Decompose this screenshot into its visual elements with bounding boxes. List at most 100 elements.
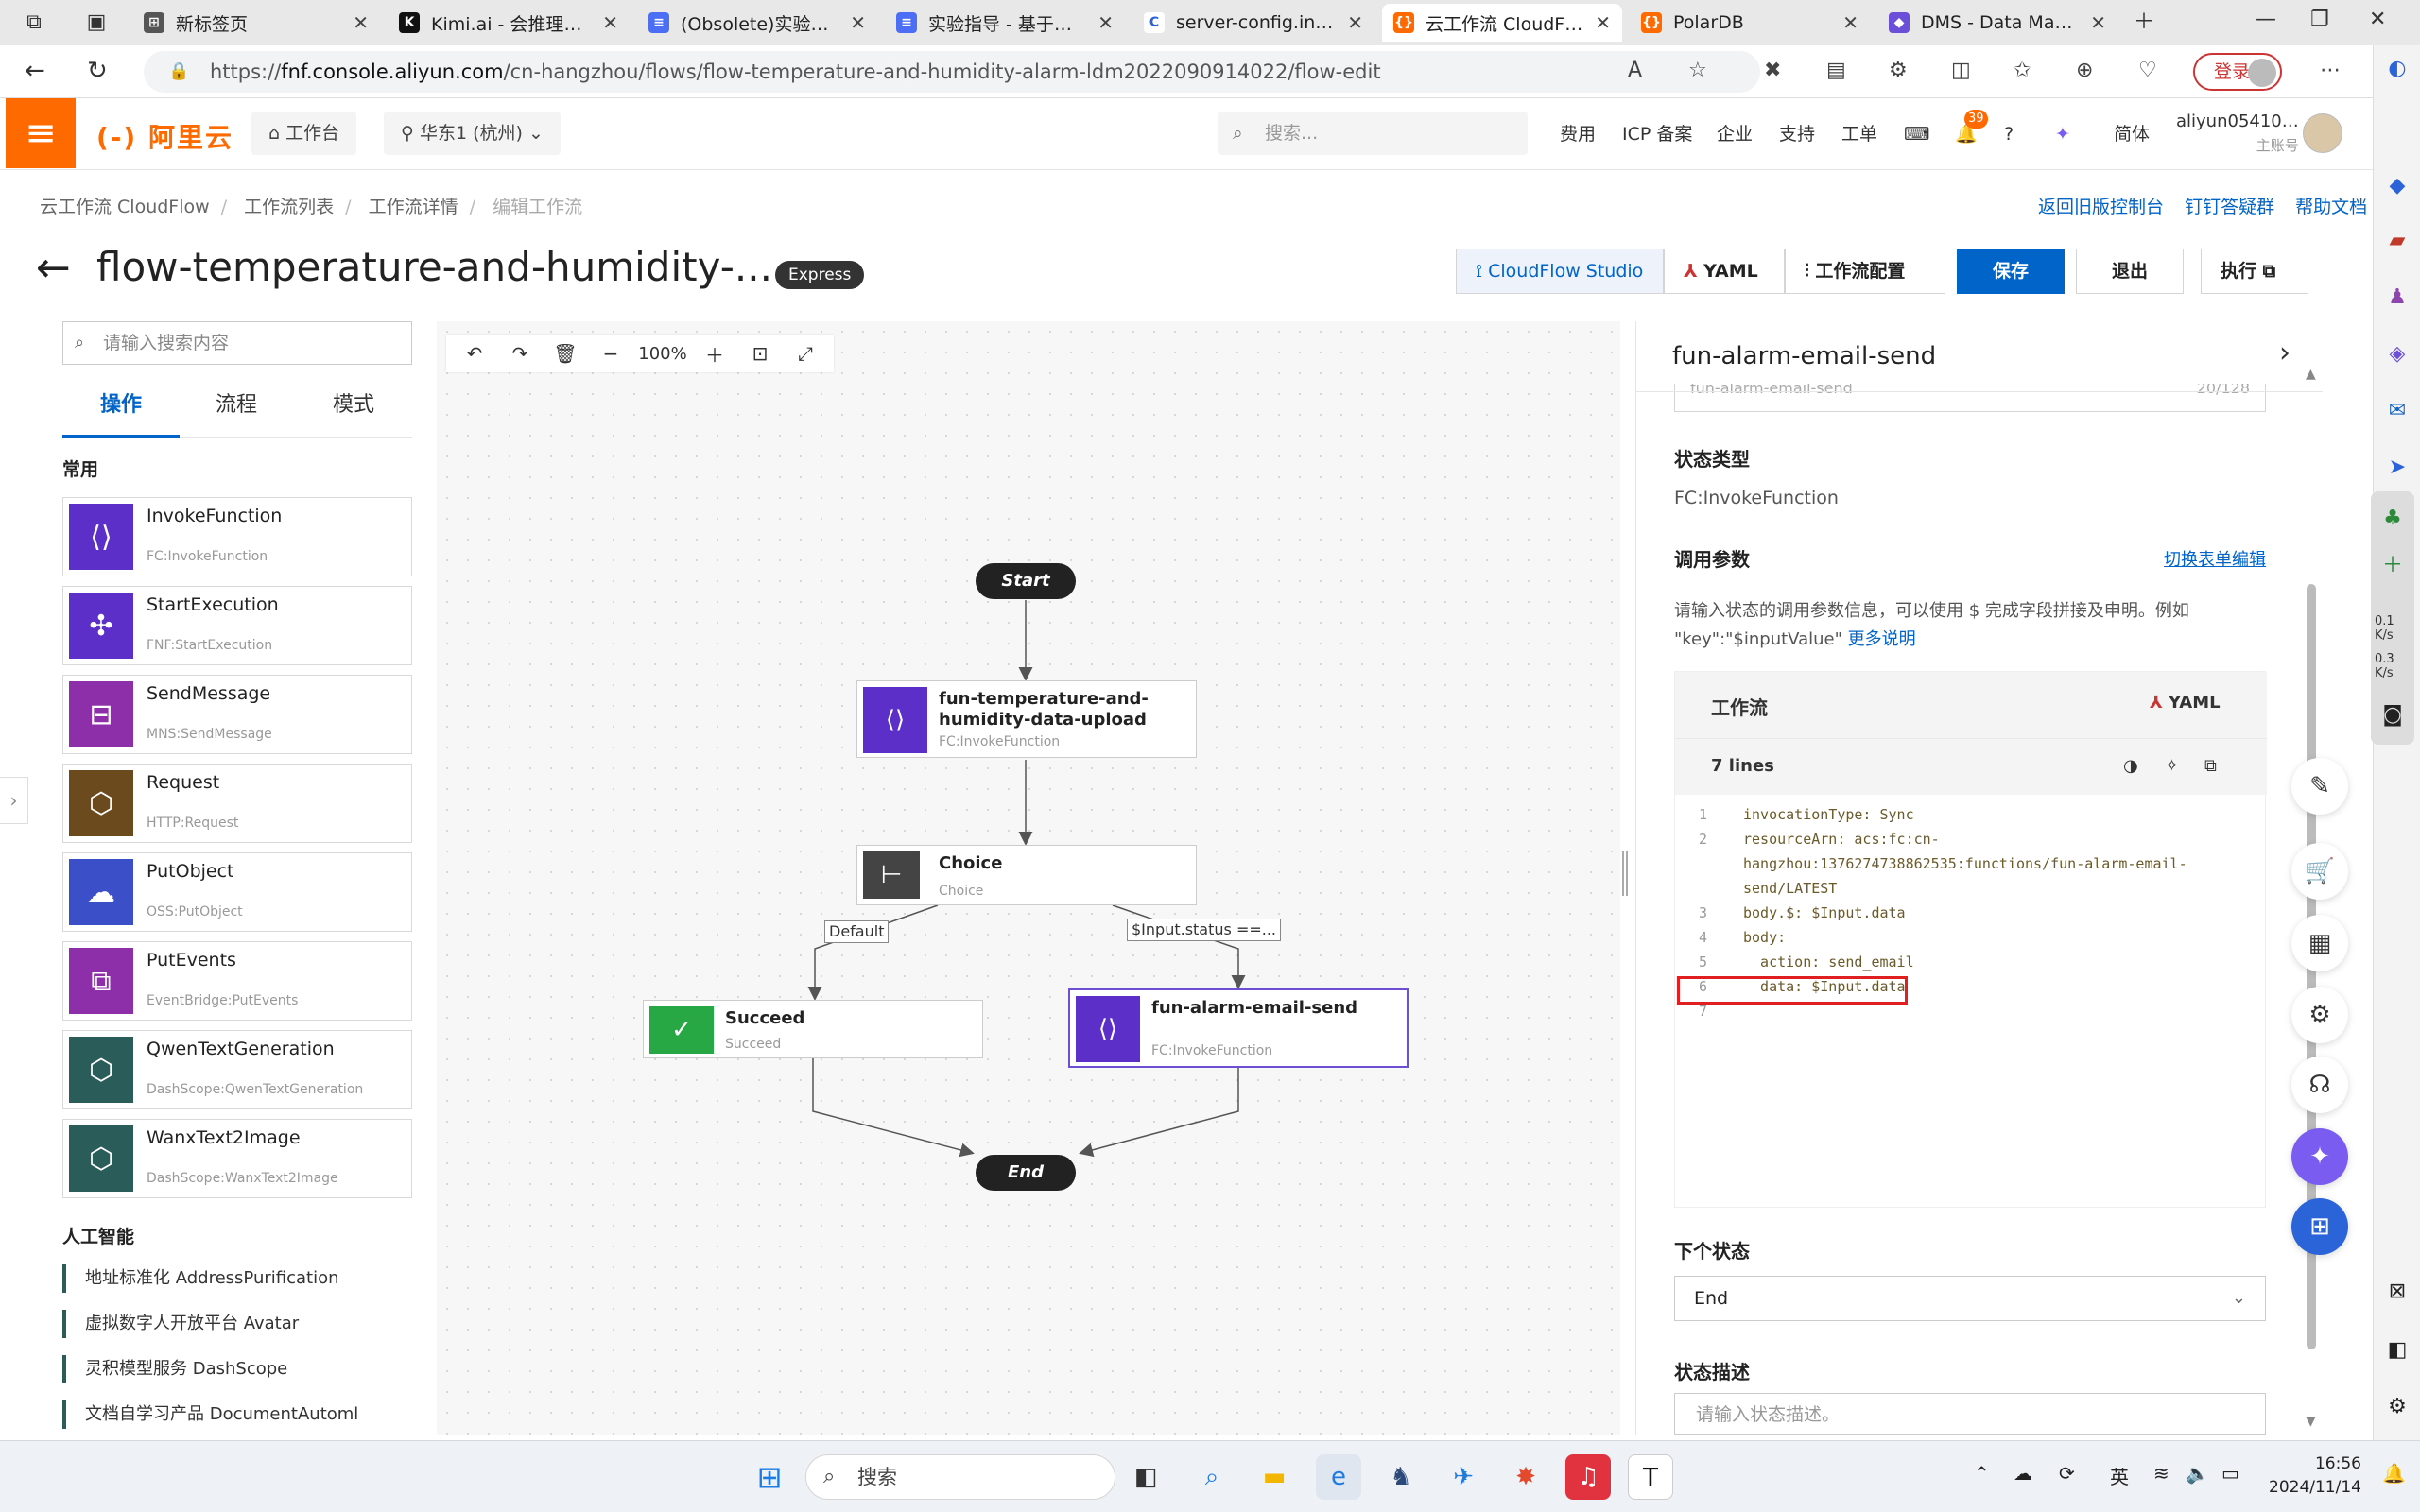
browser-tab[interactable]: {} 云工作流 CloudFlow ✕ [1382,4,1622,42]
terminal-icon[interactable]: ⌨ [1904,98,1929,170]
language-switch[interactable]: 简体 [2114,98,2150,170]
collections-add-icon[interactable]: ⊕ [2076,59,2093,82]
state-desc-input[interactable]: 请输入状态描述。 [1674,1393,2266,1435]
assistant-icon[interactable]: ✦ [2055,98,2070,170]
breadcrumb-cloudflow[interactable]: 云工作流 CloudFlow [40,197,210,217]
console-search-input[interactable]: ⌕ 搜索... [1218,112,1528,155]
component-card[interactable]: ☁ PutObject OSS:PutObject [62,852,412,932]
tab-close-icon[interactable]: ✕ [1595,11,1611,34]
delete-icon[interactable]: 🗑 [543,342,588,365]
refresh-icon[interactable]: ↻ [87,57,108,85]
expand-panel-icon[interactable]: › [0,777,28,824]
panel-resize-handle[interactable] [1622,850,1628,896]
browser-tab[interactable]: ≡ 实验指导 - 基于阿里… ✕ [885,4,1125,42]
menu-icon[interactable]: ≡ [6,98,76,168]
collections-icon[interactable]: ▤ [1826,59,1846,82]
collapse-panel-icon[interactable]: › [2279,336,2290,369]
tab-operations[interactable]: 操作 [100,387,142,418]
cart-icon[interactable]: 🛒 [2291,843,2348,900]
zoom-out-icon[interactable]: − [588,342,633,365]
favorites-icon[interactable]: ✩ [2014,59,2031,82]
component-card[interactable]: ⬡ QwenTextGeneration DashScope:QwenTextGen… [62,1030,412,1109]
ime-indicator[interactable]: 英 [2110,1462,2129,1489]
zoom-in-icon[interactable]: ＋ [692,340,737,368]
link-old-console[interactable]: 返回旧版控制台 [2038,197,2164,217]
edge-label-default[interactable]: Default [824,920,890,943]
app-fox-icon[interactable]: ✸ [1503,1454,1548,1500]
outlook-icon[interactable]: ✉ [2383,397,2411,425]
taskbar-search[interactable]: ⌕ 搜索 [805,1454,1115,1500]
flow-config-button[interactable]: ⫶ 工作流配置 [1785,249,1945,294]
tab-close-icon[interactable]: ✕ [602,11,618,34]
split-screen-icon[interactable]: ◫ [1951,59,1971,82]
next-state-select[interactable]: End ⌄ [1674,1276,2266,1321]
back-arrow-icon[interactable]: ← [36,244,71,292]
nav-ticket[interactable]: 工单 [1841,98,1877,170]
performance-icon[interactable]: ♡ [2138,59,2157,82]
games-icon[interactable]: ♟ [2383,284,2411,312]
code-line[interactable]: hangzhou:1376274738862535:functions/fun-… [1675,851,2267,876]
component-card[interactable]: ✣ StartExecution FNF:StartExecution [62,586,412,665]
nav-icp[interactable]: ICP 备案 [1622,98,1692,170]
workbench-button[interactable]: ⌂ 工作台 [251,112,357,155]
wifi-icon[interactable]: ≋ [2153,1462,2169,1485]
nav-support[interactable]: 支持 [1779,98,1815,170]
ai-assistant-icon[interactable]: ✦ [2291,1128,2348,1185]
app-cat-icon[interactable]: ♞ [1378,1454,1424,1500]
close-window-icon[interactable]: ✕ [2369,8,2386,31]
edge-icon[interactable]: e [1316,1454,1361,1500]
tab-close-icon[interactable]: ✕ [353,11,369,34]
code-line[interactable]: 1 invocationType: Sync [1675,802,2267,827]
user-info[interactable]: aliyun05410… 主账号 [2176,112,2299,155]
component-card[interactable]: ⧉ PutEvents EventBridge:PutEvents [62,941,412,1021]
code-line[interactable]: send/LATEST [1675,876,2267,901]
copy-icon[interactable]: ⧉ [2204,756,2217,776]
sidebar-settings-icon[interactable]: ⚙ [2383,1393,2411,1421]
copilot-icon[interactable]: ◐ [2383,55,2411,83]
nav-enterprise[interactable]: 企业 [1717,98,1753,170]
scroll-up-icon[interactable]: ▲ [2306,367,2316,382]
left-search-input[interactable]: ⌕ 请输入搜索内容 [62,321,412,365]
yaml-button[interactable]: ⅄ YAML [1664,249,1785,294]
state-name-field[interactable]: fun-alarm-email-send 20/128 [1674,384,2266,412]
browser-tab[interactable]: ≡ (Obsolete)实验指导… ✕ [637,4,877,42]
tab-close-icon[interactable]: ✕ [1842,11,1858,34]
tab-actions-icon[interactable]: ▣ [83,9,110,36]
component-card[interactable]: ⟨⟩ InvokeFunction FC:InvokeFunction [62,497,412,576]
start-node[interactable]: Start [976,563,1076,599]
sidebar-layout-icon[interactable]: ◧ [2383,1336,2411,1365]
support-icon[interactable]: ☊ [2291,1057,2348,1113]
send-icon[interactable]: ➤ [2383,454,2411,482]
region-select[interactable]: ⚲ 华东1 (杭州) ⌄ [384,112,561,155]
flow-canvas[interactable]: ↶ ↷ 🗑 − 100% ＋ ⊡ ⤢ Start ⟨⟩ fun-temperat… [437,321,1620,1435]
component-card[interactable]: ⬡ Request HTTP:Request [62,764,412,843]
breadcrumb-flow-detail[interactable]: 工作流详情 [369,197,458,217]
workspaces-icon[interactable]: ⧉ [21,9,47,36]
favorite-star-icon[interactable]: ☆ [1688,59,1707,82]
tab-close-icon[interactable]: ✕ [2090,11,2106,34]
nav-fees[interactable]: 费用 [1560,98,1596,170]
read-aloud-icon[interactable]: A [1628,59,1642,82]
end-node[interactable]: End [976,1155,1076,1191]
typora-icon[interactable]: T [1628,1454,1673,1500]
m365-icon[interactable]: ◈ [2383,340,2411,369]
save-button[interactable]: 保存 [1957,249,2065,294]
tag-icon[interactable]: ◆ [2383,172,2411,200]
yaml-editor[interactable]: 工作流 ⅄ YAML 7 lines ◑ ✧ ⧉ 1 invocationType… [1674,671,2267,1208]
more-info-link[interactable]: 更多说明 [1848,629,1916,649]
code-line[interactable]: 5 action: send_email [1675,950,2267,974]
execute-button[interactable]: 执行 ⧉ [2201,249,2308,294]
breadcrumb-flow-list[interactable]: 工作流列表 [244,197,334,217]
redo-icon[interactable]: ↷ [497,342,543,365]
more-menu-icon[interactable]: ⋯ [2320,59,2341,82]
aliyun-logo[interactable]: (-) 阿里云 [96,117,233,155]
help-icon[interactable]: ? [2004,98,2014,170]
tab-close-icon[interactable]: ✕ [850,11,866,34]
calculator-icon[interactable]: ▦ [2291,915,2348,971]
cloudflow-studio-button[interactable]: ⟟ CloudFlow Studio [1456,249,1664,294]
code-line[interactable]: 4 body: [1675,925,2267,950]
search-app-icon[interactable]: ⌕ [1189,1454,1235,1500]
url-field[interactable]: 🔒 https://fnf.console.aliyun.com/cn-hang… [144,51,1760,93]
start-icon[interactable]: ⊞ [747,1454,792,1500]
browser-tab[interactable]: K Kimi.ai - 会推理解析… ✕ [388,4,630,42]
